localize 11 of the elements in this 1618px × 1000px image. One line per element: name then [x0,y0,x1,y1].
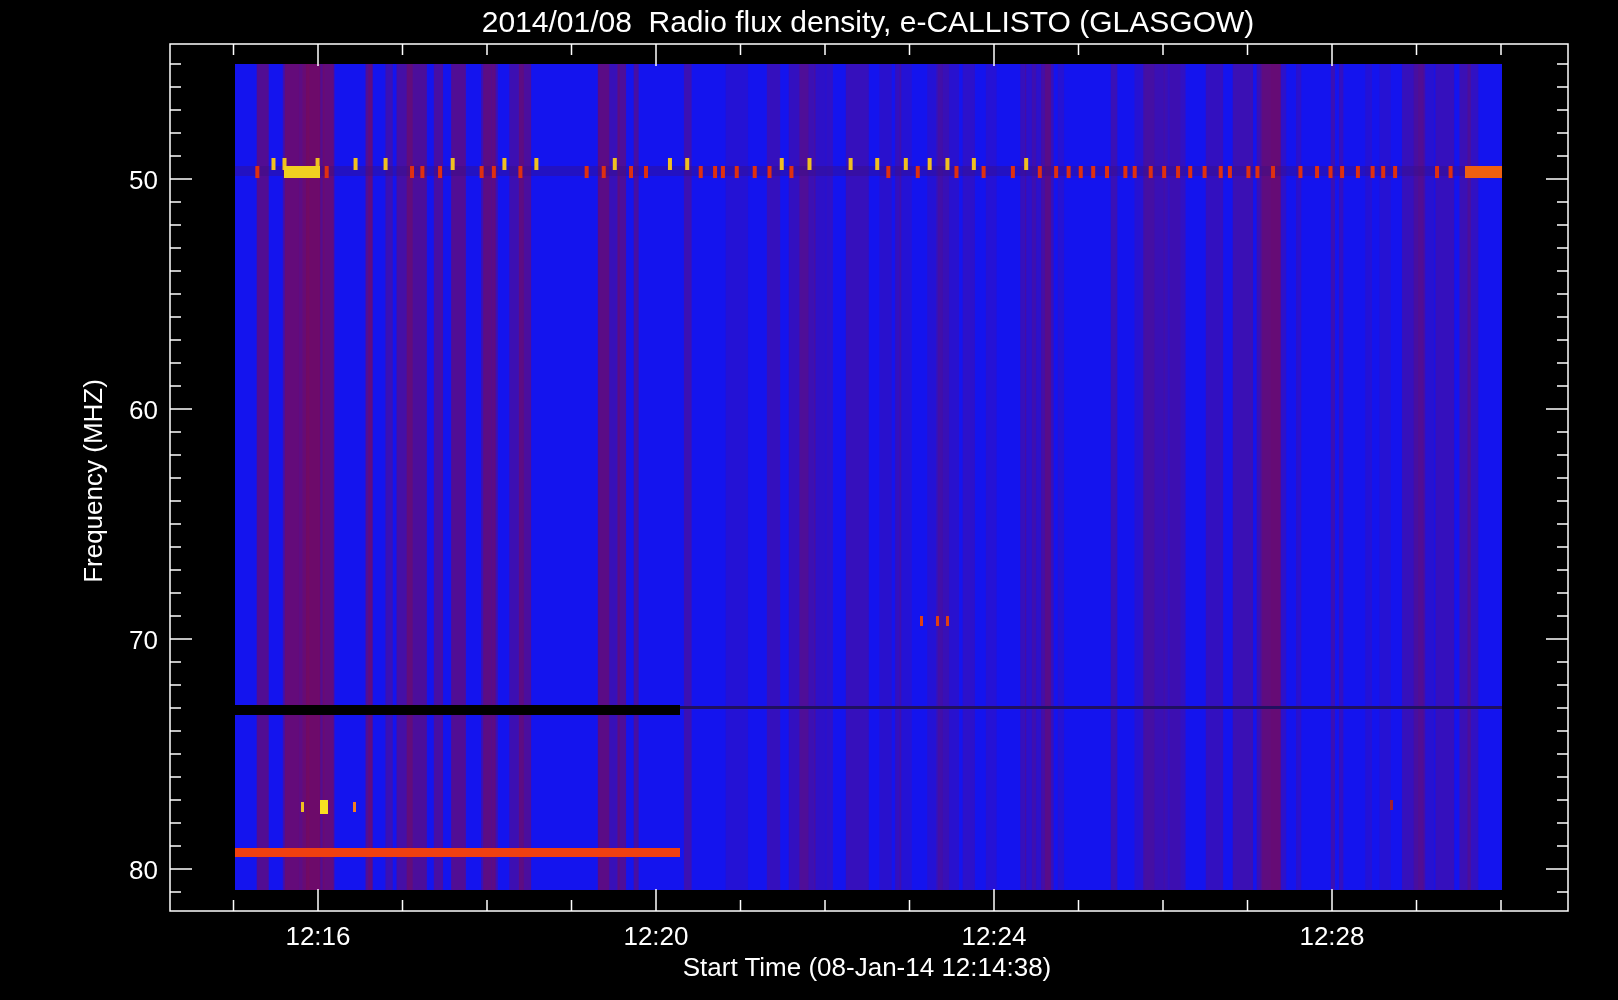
tick-label: 12:28 [1299,921,1365,951]
tick-label: 80 [129,855,158,885]
tick-label: 12:24 [961,921,1027,951]
axis-label: Frequency (MHZ) [78,379,108,583]
tick-label: 12:20 [623,921,689,951]
tick-label: 50 [129,165,158,195]
chart-title: 2014/01/08 Radio flux density, e-CALLISTO (GLASGOW) [481,5,1255,38]
tick-label: 60 [129,395,158,425]
tick-label: 12:16 [285,921,351,951]
axis-label: Start Time (08-Jan-14 12:14:38) [682,952,1052,982]
tick-label: 70 [129,625,158,655]
